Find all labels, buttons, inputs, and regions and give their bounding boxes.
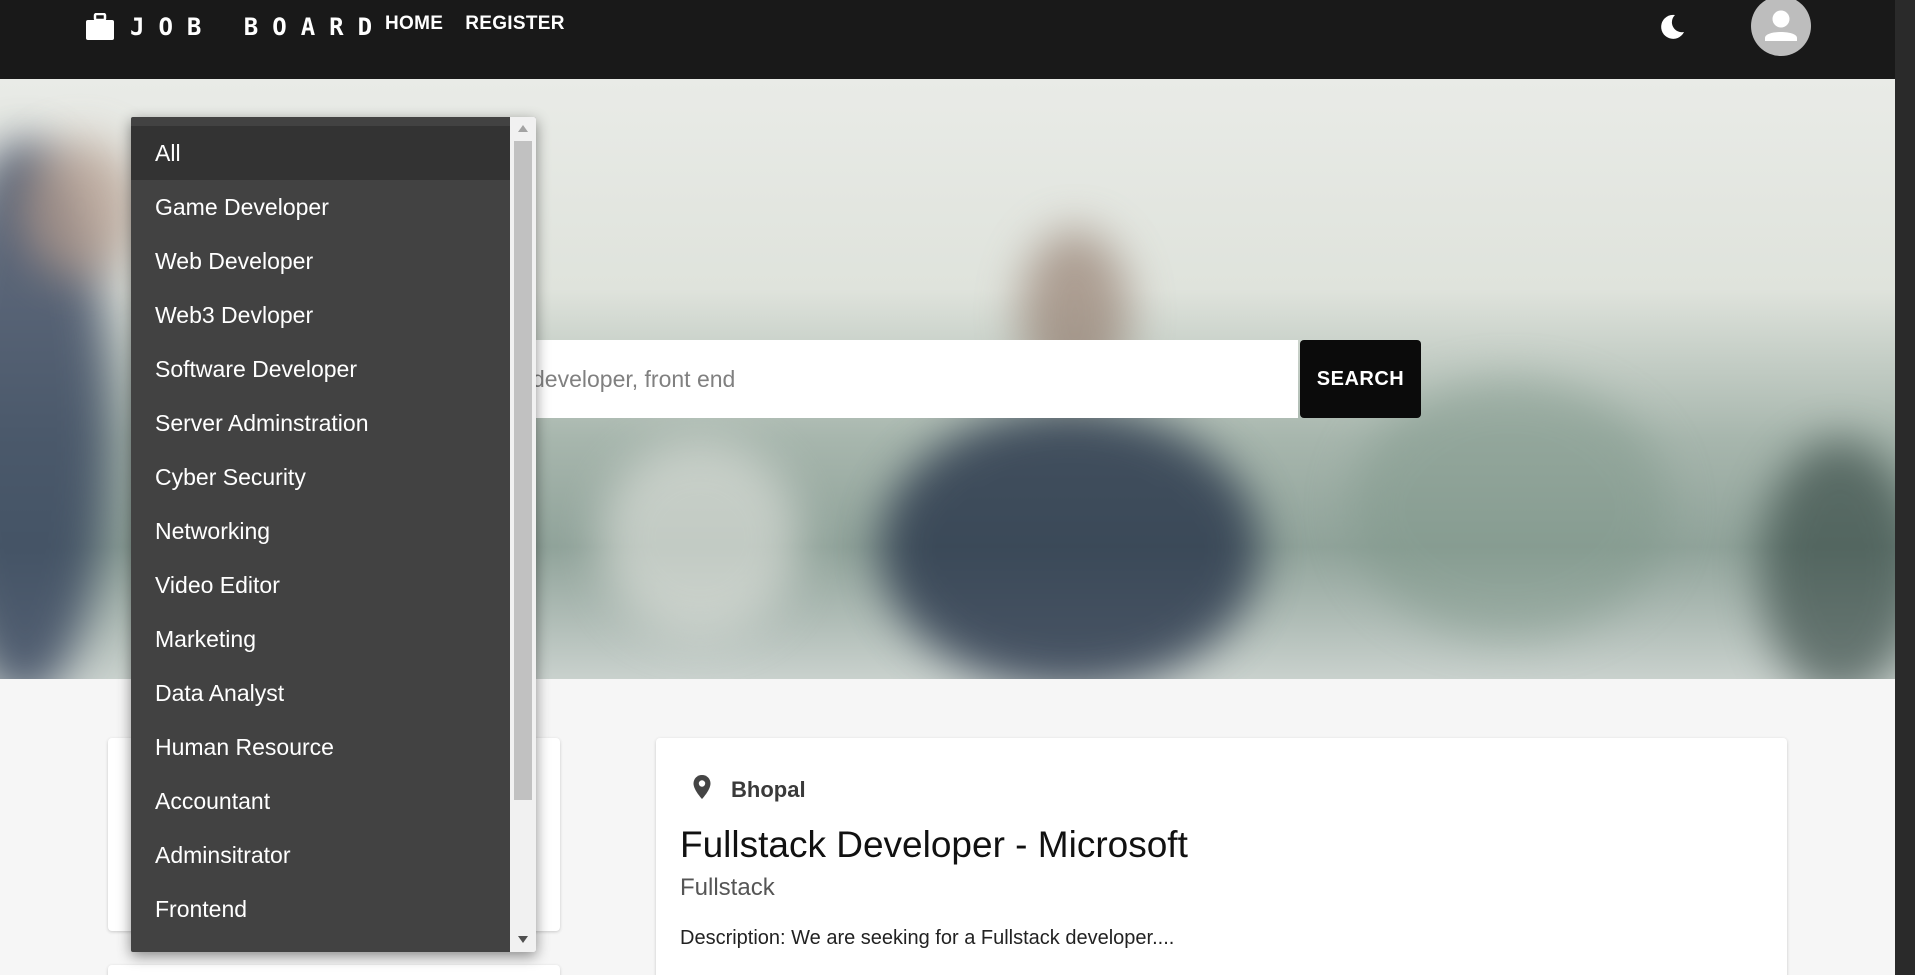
location-filter-card <box>108 965 560 975</box>
scroll-down-arrow-icon[interactable] <box>518 936 528 943</box>
job-card[interactable]: Bhopal Fullstack Developer - Microsoft F… <box>656 738 1787 975</box>
user-icon <box>1765 10 1797 41</box>
dropdown-option-frontend[interactable]: Frontend <box>131 882 510 936</box>
dropdown-option-human-resource[interactable]: Human Resource <box>131 720 510 774</box>
dropdown-option-game-developer[interactable]: Game Developer <box>131 180 510 234</box>
hero-bg-shape <box>880 409 1260 679</box>
search-button[interactable]: SEARCH <box>1300 340 1421 418</box>
top-navbar: JOB BOARD HOME REGISTER <box>0 0 1895 79</box>
hero-bg-shape <box>20 139 140 279</box>
moon-icon[interactable] <box>1655 10 1689 44</box>
scroll-up-arrow-icon[interactable] <box>518 125 528 132</box>
dropdown-option-accountant[interactable]: Accountant <box>131 774 510 828</box>
page-scrollbar[interactable] <box>1895 0 1915 975</box>
dropdown-option-web3-developer[interactable]: Web3 Devloper <box>131 288 510 342</box>
location-pin-icon <box>692 774 712 805</box>
dropdown-option-video-editor[interactable]: Video Editor <box>131 558 510 612</box>
nav-links: HOME REGISTER <box>385 13 565 35</box>
nav-register-link[interactable]: REGISTER <box>465 13 565 35</box>
search-input[interactable] <box>530 340 1298 418</box>
hero-bg-shape <box>1760 439 1895 679</box>
brand[interactable]: JOB BOARD <box>85 10 386 44</box>
dropdown-option-software-developer[interactable]: Software Developer <box>131 342 510 396</box>
dropdown-option-networking[interactable]: Networking <box>131 504 510 558</box>
dropdown-option-server-administration[interactable]: Server Adminstration <box>131 396 510 450</box>
scrollbar-thumb[interactable] <box>514 141 532 800</box>
hero-bg-shape <box>600 439 800 639</box>
brand-title: JOB BOARD <box>130 13 387 41</box>
dropdown-option-web-developer[interactable]: Web Developer <box>131 234 510 288</box>
dropdown-option-marketing[interactable]: Marketing <box>131 612 510 666</box>
job-category: Fullstack <box>680 874 775 901</box>
dropdown-list: All Game Developer Web Developer Web3 De… <box>131 126 510 936</box>
job-description: Description: We are seeking for a Fullst… <box>680 927 1175 949</box>
job-title[interactable]: Fullstack Developer - Microsoft <box>680 824 1188 866</box>
nav-home-link[interactable]: HOME <box>385 13 443 35</box>
dropdown-option-all[interactable]: All <box>131 126 510 180</box>
hero-bg-shape <box>1350 379 1670 639</box>
job-location-label: Bhopal <box>731 776 806 802</box>
dropdown-scrollbar[interactable] <box>510 117 536 952</box>
job-location: Bhopal <box>692 774 806 805</box>
dropdown-option-administrator[interactable]: Adminsitrator <box>131 828 510 882</box>
dropdown-option-cyber-security[interactable]: Cyber Security <box>131 450 510 504</box>
briefcase-icon <box>85 13 115 41</box>
category-dropdown[interactable]: All Game Developer Web Developer Web3 De… <box>131 117 536 952</box>
dropdown-option-data-analyst[interactable]: Data Analyst <box>131 666 510 720</box>
user-avatar[interactable] <box>1751 0 1811 56</box>
search-box <box>530 340 1298 418</box>
